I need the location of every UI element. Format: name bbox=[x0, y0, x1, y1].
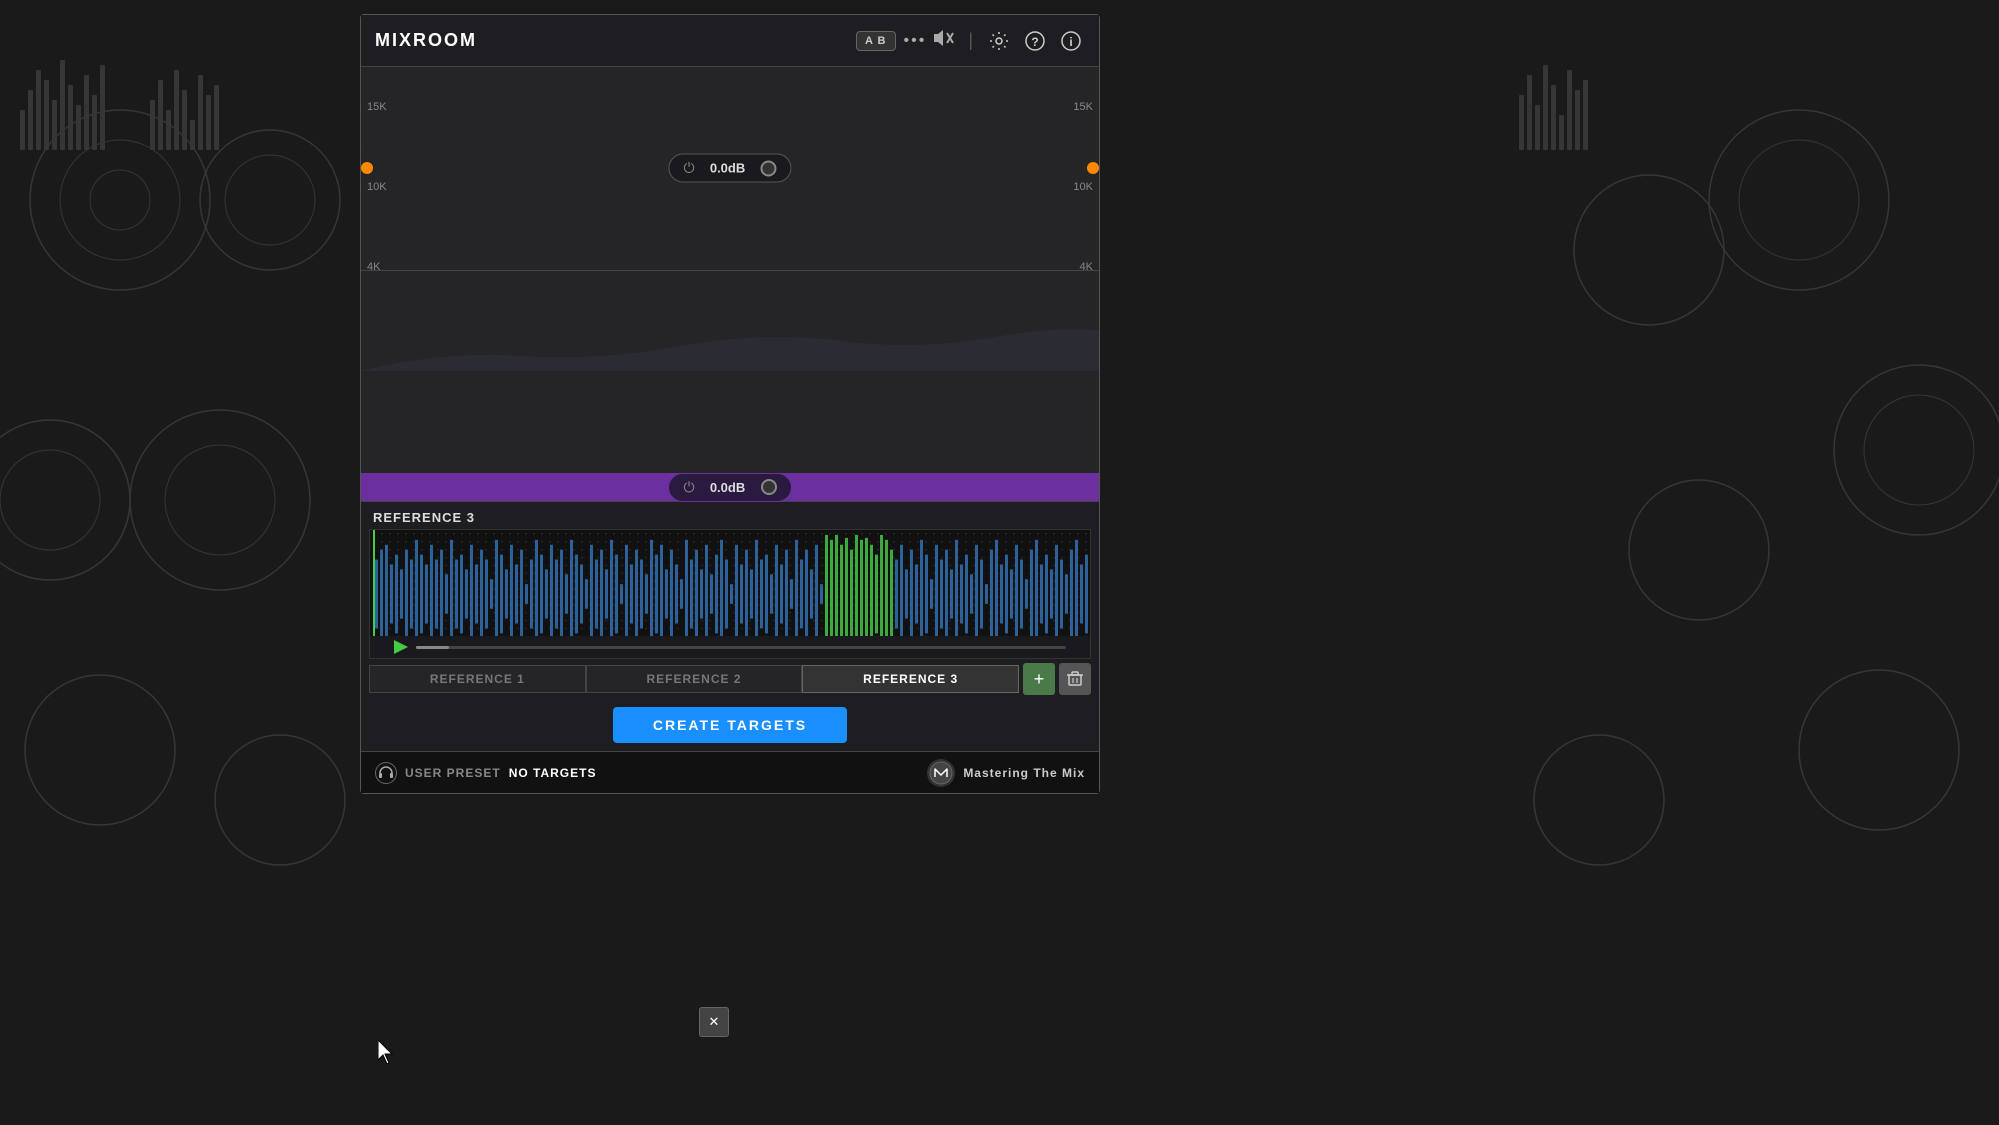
help-button[interactable]: ? bbox=[1021, 27, 1049, 55]
delete-reference-button[interactable] bbox=[1059, 663, 1091, 695]
vol-control-bottom: ⏻ 0.0dB bbox=[668, 473, 791, 502]
reference-header: REFERENCE 3 bbox=[361, 502, 1099, 529]
close-button[interactable]: ✕ bbox=[699, 1007, 729, 1037]
power-icon-bottom: ⏻ bbox=[683, 479, 694, 496]
progress-fill bbox=[416, 646, 449, 649]
playback-bar[interactable] bbox=[370, 636, 1090, 658]
add-reference-button[interactable]: + bbox=[1023, 663, 1055, 695]
power-icon-top: ⏻ bbox=[683, 160, 694, 177]
svg-text:?: ? bbox=[1031, 35, 1038, 49]
handle-right-top[interactable] bbox=[1087, 162, 1099, 174]
mute-button[interactable] bbox=[934, 30, 956, 51]
play-button[interactable] bbox=[394, 640, 408, 654]
status-bar: USER PRESET NO TARGETS Mastering The Mix bbox=[361, 751, 1099, 793]
purple-bar: ⏻ 0.0dB bbox=[361, 473, 1099, 501]
help-icon: ? bbox=[1025, 31, 1045, 51]
mtm-icon bbox=[927, 759, 955, 787]
vol-value-bottom: 0.0dB bbox=[703, 480, 753, 495]
svg-text:i: i bbox=[1069, 35, 1072, 49]
reference-tabs: REFERENCE 1 REFERENCE 2 REFERENCE 3 + bbox=[361, 659, 1099, 699]
dots-button[interactable]: ••• bbox=[904, 32, 927, 50]
info-button[interactable]: i bbox=[1057, 27, 1085, 55]
handle-left-top[interactable] bbox=[361, 162, 373, 174]
create-targets-row: CREATE TARGETS bbox=[361, 699, 1099, 751]
separator: | bbox=[968, 30, 973, 51]
spectrum-top: ⏻ 0.0dB bbox=[361, 67, 1099, 271]
trash-icon bbox=[1067, 671, 1083, 687]
vol-control-top: ⏻ 0.0dB bbox=[668, 154, 791, 183]
status-left: USER PRESET NO TARGETS bbox=[375, 762, 596, 784]
app-window: MIXROOM A B ••• | ? bbox=[360, 14, 1100, 794]
status-right: Mastering The Mix bbox=[927, 759, 1085, 787]
progress-track[interactable] bbox=[416, 646, 1066, 649]
spectrum-bottom-viz bbox=[361, 271, 1099, 474]
status-targets-label: NO TARGETS bbox=[509, 766, 597, 780]
title-controls: A B ••• | ? bbox=[856, 27, 1085, 55]
brand-icon bbox=[929, 761, 953, 785]
tab-reference-2[interactable]: REFERENCE 2 bbox=[586, 665, 803, 693]
tab-reference-3[interactable]: REFERENCE 3 bbox=[802, 665, 1019, 693]
settings-button[interactable] bbox=[985, 27, 1013, 55]
mute-icon bbox=[934, 30, 956, 46]
status-preset-label: USER PRESET bbox=[405, 766, 501, 780]
preset-icon[interactable] bbox=[375, 762, 397, 784]
spectrum-visualization bbox=[361, 67, 661, 217]
create-targets-button[interactable]: CREATE TARGETS bbox=[613, 707, 847, 743]
app-title: MIXROOM bbox=[375, 30, 477, 51]
settings-icon bbox=[989, 31, 1009, 51]
reference-panel: REFERENCE 3 bbox=[361, 501, 1099, 751]
spectrum-bottom bbox=[361, 271, 1099, 474]
reference-waveform[interactable] bbox=[369, 529, 1091, 659]
vol-value-top: 0.0dB bbox=[703, 161, 753, 176]
brand-label: Mastering The Mix bbox=[963, 766, 1085, 780]
info-icon: i bbox=[1061, 31, 1081, 51]
vol-knob-top[interactable] bbox=[761, 160, 777, 176]
ab-button[interactable]: A B bbox=[856, 31, 896, 51]
vol-knob-bottom[interactable] bbox=[761, 479, 777, 495]
tab-reference-1[interactable]: REFERENCE 1 bbox=[369, 665, 586, 693]
title-bar: MIXROOM A B ••• | ? bbox=[361, 15, 1099, 67]
headphone-icon bbox=[377, 764, 395, 782]
